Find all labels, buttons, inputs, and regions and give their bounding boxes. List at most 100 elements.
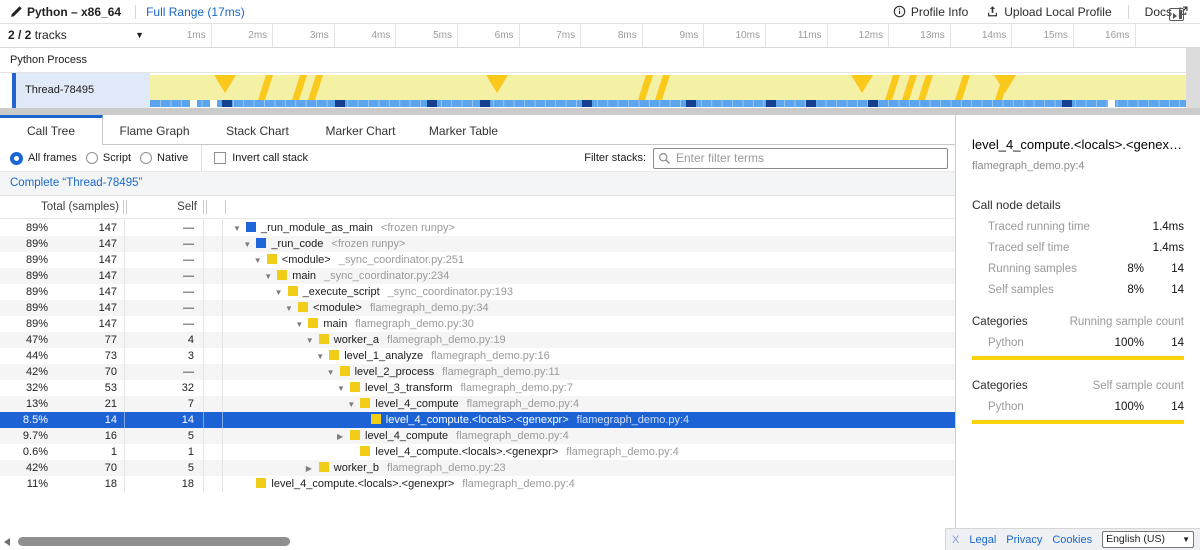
language-select[interactable]: English (US) ▼	[1102, 531, 1194, 548]
app-header: Python – x86_64 Full Range (17ms) Profil…	[0, 0, 1200, 24]
tree-twisty-icon[interactable]: ▼	[264, 269, 277, 284]
category-square-icon	[371, 414, 381, 424]
column-self[interactable]: Self	[126, 196, 197, 218]
radio-icon[interactable]	[140, 152, 152, 164]
table-row[interactable]: 9.7%165▶level_4_computeflamegraph_demo.p…	[0, 428, 955, 444]
radio-native[interactable]: Native	[140, 152, 188, 164]
tree-twisty-icon[interactable]: ▼	[347, 397, 360, 412]
category-square-icon	[340, 366, 350, 376]
table-row[interactable]: 89%147—▼_execute_script_sync_coordinator…	[0, 284, 955, 300]
timeline-tick: 12ms	[828, 24, 890, 47]
table-row[interactable]: 44%733▼level_1_analyzeflamegraph_demo.py…	[0, 348, 955, 364]
table-row[interactable]: 89%147—▼<module>flamegraph_demo.py:34	[0, 300, 955, 316]
tab-call-tree[interactable]: Call Tree	[0, 115, 103, 146]
track-scroll-gutter	[1186, 48, 1200, 108]
process-track-header[interactable]: Python Process	[0, 48, 1200, 73]
category-square-icon	[360, 446, 370, 456]
tree-twisty-icon[interactable]: ▶	[337, 429, 350, 444]
table-row[interactable]: 47%774▼worker_aflamegraph_demo.py:19	[0, 332, 955, 348]
categories-header: CategoriesRunning sample count	[972, 316, 1184, 328]
footer-link-cookies[interactable]: Cookies	[1052, 534, 1092, 546]
thread-track-label[interactable]: Thread-78495	[16, 73, 150, 108]
open-sidebar-icon[interactable]	[1169, 8, 1184, 21]
footer-links: Legal Privacy Cookies	[969, 534, 1092, 546]
timeline-tick: 13ms	[889, 24, 951, 47]
horizontal-scrollbar[interactable]	[0, 536, 955, 548]
tab-flame-graph[interactable]: Flame Graph	[103, 115, 206, 145]
checkbox-icon[interactable]	[214, 152, 226, 164]
profile-info-button[interactable]: Profile Info	[893, 5, 968, 19]
filter-toolbar: All frames Script Native Invert call stack…	[0, 145, 955, 172]
thread-track[interactable]: Thread-78495	[0, 73, 1200, 108]
table-row[interactable]: 32%5332▼level_3_transformflamegraph_demo…	[0, 380, 955, 396]
call-node-details: Traced running time1.4msTraced self time…	[972, 221, 1184, 296]
scrollbar-thumb[interactable]	[18, 537, 290, 546]
timeline-tick: 16ms	[1074, 24, 1136, 47]
timeline-tick: 11ms	[766, 24, 828, 47]
search-wrap	[646, 148, 955, 169]
tree-twisty-icon[interactable]: ▼	[316, 349, 329, 364]
table-row[interactable]: 42%70—▼level_2_processflamegraph_demo.py…	[0, 364, 955, 380]
category-square-icon	[246, 222, 256, 232]
tree-twisty-icon[interactable]: ▶	[306, 461, 319, 476]
tree-twisty-icon[interactable]: ▼	[243, 237, 256, 252]
timeline-tick: 8ms	[581, 24, 643, 47]
category-square-icon	[277, 270, 287, 280]
radio-icon[interactable]	[10, 152, 23, 165]
tree-twisty-icon[interactable]: ▼	[233, 221, 246, 236]
tree-twisty-icon[interactable]: ▼	[295, 317, 308, 332]
table-row[interactable]: 89%147—▼main_sync_coordinator.py:234	[0, 268, 955, 284]
sidebar-detail-row: Self samples8%14	[972, 284, 1184, 296]
breadcrumb-complete-link[interactable]: Complete “Thread-78495”	[10, 177, 142, 189]
timeline-tick: 5ms	[396, 24, 458, 47]
tab-stack-chart[interactable]: Stack Chart	[206, 115, 309, 145]
table-row[interactable]: 13%217▼level_4_computeflamegraph_demo.py…	[0, 396, 955, 412]
chevron-down-icon: ▼	[1182, 532, 1190, 547]
timeline-tick: 3ms	[273, 24, 335, 47]
scroll-left-icon[interactable]	[4, 538, 10, 546]
invert-call-stack-checkbox[interactable]: Invert call stack	[214, 152, 308, 164]
tracks-dropdown[interactable]: 2 / 2 tracks ▼	[0, 24, 150, 47]
tree-twisty-icon[interactable]: ▼	[285, 301, 298, 316]
tree-twisty-icon[interactable]: ▼	[254, 253, 267, 268]
tab-marker-chart[interactable]: Marker Chart	[309, 115, 412, 145]
tree-twisty-icon[interactable]: ▼	[327, 365, 340, 380]
radio-icon[interactable]	[86, 152, 98, 164]
footer-close-button[interactable]: X	[952, 534, 959, 546]
table-row[interactable]: 11%1818level_4_compute.<locals>.<genexpr…	[0, 476, 955, 492]
category-square-icon	[288, 286, 298, 296]
selected-node-file: flamegraph_demo.py:4	[972, 160, 1184, 172]
table-row[interactable]: 8.5%1414level_4_compute.<locals>.<genexp…	[0, 412, 955, 428]
radio-all-frames[interactable]: All frames	[10, 152, 77, 165]
footer-link-privacy[interactable]: Privacy	[1006, 534, 1042, 546]
edit-pencil-icon[interactable]	[10, 5, 23, 18]
tree-twisty-icon[interactable]: ▼	[337, 381, 350, 396]
full-range-link[interactable]: Full Range (17ms)	[146, 5, 245, 19]
timeline-tick: 14ms	[951, 24, 1013, 47]
timeline-tick: 15ms	[1012, 24, 1074, 47]
chevron-down-icon: ▼	[135, 24, 144, 47]
search-icon	[658, 152, 671, 165]
table-row[interactable]: 89%147—▼<module>_sync_coordinator.py:251	[0, 252, 955, 268]
column-total-samples[interactable]: Total (samples)	[0, 196, 119, 218]
category-square-icon	[298, 302, 308, 312]
categories-header: CategoriesSelf sample count	[972, 380, 1184, 392]
timeline-tick: 2ms	[212, 24, 274, 47]
timeline-tick: 1ms	[150, 24, 212, 47]
tab-marker-table[interactable]: Marker Table	[412, 115, 515, 145]
upload-profile-button[interactable]: Upload Local Profile	[986, 5, 1111, 19]
tree-twisty-icon[interactable]: ▼	[275, 285, 288, 300]
table-row[interactable]: 89%147—▼mainflamegraph_demo.py:30	[0, 316, 955, 332]
thread-activity-graph[interactable]	[150, 73, 1186, 108]
radio-script[interactable]: Script	[86, 152, 131, 164]
tree-twisty-icon[interactable]: ▼	[306, 333, 319, 348]
category-square-icon	[267, 254, 277, 264]
table-row[interactable]: 89%147—▼_run_code<frozen runpy>	[0, 236, 955, 252]
category-bar	[972, 356, 1184, 360]
table-row[interactable]: 0.6%11level_4_compute.<locals>.<genexpr>…	[0, 444, 955, 460]
table-row[interactable]: 89%147—▼_run_module_as_main<frozen runpy…	[0, 220, 955, 236]
filter-stacks-input[interactable]	[653, 148, 948, 169]
table-row[interactable]: 42%705▶worker_bflamegraph_demo.py:23	[0, 460, 955, 476]
category-square-icon	[256, 478, 266, 488]
footer-link-legal[interactable]: Legal	[969, 534, 996, 546]
